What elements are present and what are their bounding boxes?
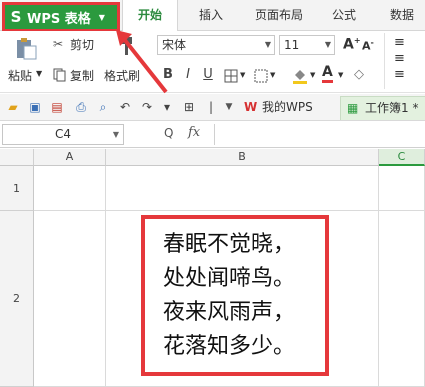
chevron-down-icon[interactable]: ▼ bbox=[240, 71, 245, 79]
undo-icon[interactable]: ↶ bbox=[118, 100, 132, 114]
app-menu-label: WPS 表格 bbox=[27, 11, 91, 27]
cell-a2[interactable] bbox=[34, 211, 106, 387]
borders-icon[interactable] bbox=[224, 69, 238, 83]
grow-font-button[interactable]: A+ bbox=[343, 36, 361, 53]
tab-insert[interactable]: 插入 bbox=[186, 0, 236, 31]
paste-icon[interactable] bbox=[14, 37, 38, 61]
poem-line: 春眠不觉晓， bbox=[163, 231, 296, 257]
font-size-select[interactable]: 11 ▼ bbox=[279, 35, 335, 55]
doc-tab-label: 我的WPS bbox=[262, 100, 313, 114]
tab-formulas[interactable]: 公式 bbox=[322, 0, 366, 31]
clear-format-icon[interactable]: ◇ bbox=[354, 67, 364, 82]
spreadsheet-icon: ▦ bbox=[347, 101, 359, 115]
chevron-down-icon: ▼ bbox=[324, 40, 331, 49]
tab-home-label: 开始 bbox=[137, 8, 162, 22]
grow-font-glyph: A bbox=[343, 36, 354, 53]
row-header-label: 2 bbox=[13, 292, 20, 305]
tab-data-label: 数据 bbox=[389, 8, 414, 22]
poem-line: 处处闻啼鸟。 bbox=[163, 265, 296, 291]
chevron-down-icon[interactable]: ▼ bbox=[113, 125, 119, 144]
print-icon[interactable]: ⎙ bbox=[74, 100, 88, 114]
cell-c1[interactable] bbox=[379, 166, 425, 211]
shrink-font-button[interactable]: A- bbox=[362, 38, 374, 53]
poem-cell-content: 春眠不觉晓， 处处闻啼鸟。 夜来风雨声， 花落知多少。 bbox=[141, 215, 329, 376]
print-preview-icon[interactable]: ⌕ bbox=[96, 100, 110, 114]
chevron-down-icon[interactable]: ▼ bbox=[338, 71, 343, 79]
poem-line: 花落知多少。 bbox=[163, 333, 296, 359]
separator-icon: | bbox=[208, 100, 214, 114]
scissors-icon: ✂ bbox=[53, 37, 64, 51]
column-header-label: B bbox=[238, 150, 246, 163]
formula-input[interactable] bbox=[214, 124, 425, 145]
tab-data[interactable]: 数据 bbox=[380, 0, 424, 31]
name-box[interactable]: C4 ▼ bbox=[2, 124, 124, 145]
copy-button[interactable]: 复制 bbox=[70, 67, 94, 84]
paste-dropdown-icon[interactable]: ▼ bbox=[36, 69, 42, 78]
doc-tab-label: 工作簿1 * bbox=[365, 101, 419, 115]
chevron-down-icon: ▼ bbox=[98, 12, 105, 22]
cell-a1[interactable] bbox=[34, 166, 106, 211]
name-box-value: C4 bbox=[54, 127, 71, 141]
underline-button[interactable]: U bbox=[200, 67, 216, 82]
row-header-2[interactable]: 2 bbox=[0, 211, 34, 387]
formula-bar: C4 ▼ Q fx bbox=[0, 121, 425, 148]
ribbon-home: 粘贴 ▼ ✂ 剪切 复制 格式刷 宋体 ▼ 11 ▼ A+ A- ≡ ≡ B I… bbox=[0, 31, 425, 93]
chevron-down-icon[interactable]: ▼ bbox=[270, 71, 275, 79]
doc-tab-my-wps[interactable]: W 我的WPS bbox=[238, 96, 336, 120]
redo-icon[interactable]: ↷ bbox=[140, 100, 154, 114]
row-header-label: 1 bbox=[13, 181, 20, 195]
cell-b1[interactable] bbox=[106, 166, 379, 211]
select-all-corner[interactable] bbox=[0, 149, 34, 166]
save-icon[interactable]: ▣ bbox=[28, 100, 42, 114]
wps-w-icon: W bbox=[244, 100, 258, 114]
chevron-down-icon[interactable]: ▼ bbox=[310, 71, 315, 79]
tab-home[interactable]: 开始 bbox=[122, 0, 178, 32]
align-top-icon[interactable]: ≡ bbox=[394, 35, 405, 50]
export-pdf-icon[interactable]: ▤ bbox=[50, 100, 64, 114]
customize-toolbar-icon[interactable]: ▾ bbox=[160, 100, 174, 114]
font-size-value: 11 bbox=[284, 38, 300, 52]
zoom-icon[interactable]: Q bbox=[164, 126, 173, 140]
align-left-icon[interactable]: ≡ bbox=[394, 67, 405, 82]
ribbon-divider bbox=[384, 33, 385, 89]
copy-icon bbox=[53, 68, 67, 82]
app-menu-button[interactable]: S WPS 表格 ▼ bbox=[2, 2, 120, 32]
merge-cells-icon[interactable] bbox=[254, 69, 268, 83]
doc-tab-workbook1[interactable]: ▦ 工作簿1 * bbox=[340, 96, 425, 120]
row-header-1[interactable]: 1 bbox=[0, 166, 34, 211]
font-color-button[interactable]: A bbox=[322, 65, 333, 83]
red-pointer-arrow bbox=[116, 30, 168, 94]
shrink-font-glyph: A bbox=[362, 39, 371, 53]
paste-button[interactable]: 粘贴 bbox=[8, 67, 32, 84]
column-header-label: C bbox=[397, 150, 406, 163]
wps-logo-icon: S bbox=[10, 8, 22, 26]
column-header-a[interactable]: A bbox=[34, 149, 106, 166]
more-icon[interactable]: ⊞ bbox=[182, 100, 196, 114]
cell-c2[interactable] bbox=[379, 211, 425, 387]
chevron-down-icon[interactable]: ▼ bbox=[222, 100, 236, 114]
column-header-c[interactable]: C bbox=[379, 149, 425, 166]
ribbon-tab-bar: S WPS 表格 ▼ 开始 插入 页面布局 公式 数据 bbox=[0, 0, 425, 32]
chevron-down-icon: ▼ bbox=[264, 40, 271, 49]
fill-color-icon[interactable] bbox=[292, 68, 307, 84]
insert-function-button[interactable]: fx bbox=[188, 125, 200, 140]
tab-insert-label: 插入 bbox=[198, 8, 223, 22]
italic-button[interactable]: I bbox=[180, 67, 196, 82]
column-header-b[interactable]: B bbox=[106, 149, 379, 166]
cut-button[interactable]: 剪切 bbox=[70, 36, 94, 53]
tab-page-layout-label: 页面布局 bbox=[254, 8, 303, 22]
quick-access-toolbar: ▰ ▣ ▤ ⎙ ⌕ ↶ ↷ ▾ ⊞ | ▼ W 我的WPS ▦ 工作簿1 * bbox=[0, 94, 425, 121]
poem-line: 夜来风雨声， bbox=[163, 299, 296, 325]
align-middle-icon[interactable]: ≡ bbox=[394, 51, 405, 66]
column-header-label: A bbox=[65, 150, 74, 163]
tab-page-layout[interactable]: 页面布局 bbox=[244, 0, 314, 31]
tab-formulas-label: 公式 bbox=[331, 8, 356, 22]
open-folder-icon[interactable]: ▰ bbox=[6, 100, 20, 114]
